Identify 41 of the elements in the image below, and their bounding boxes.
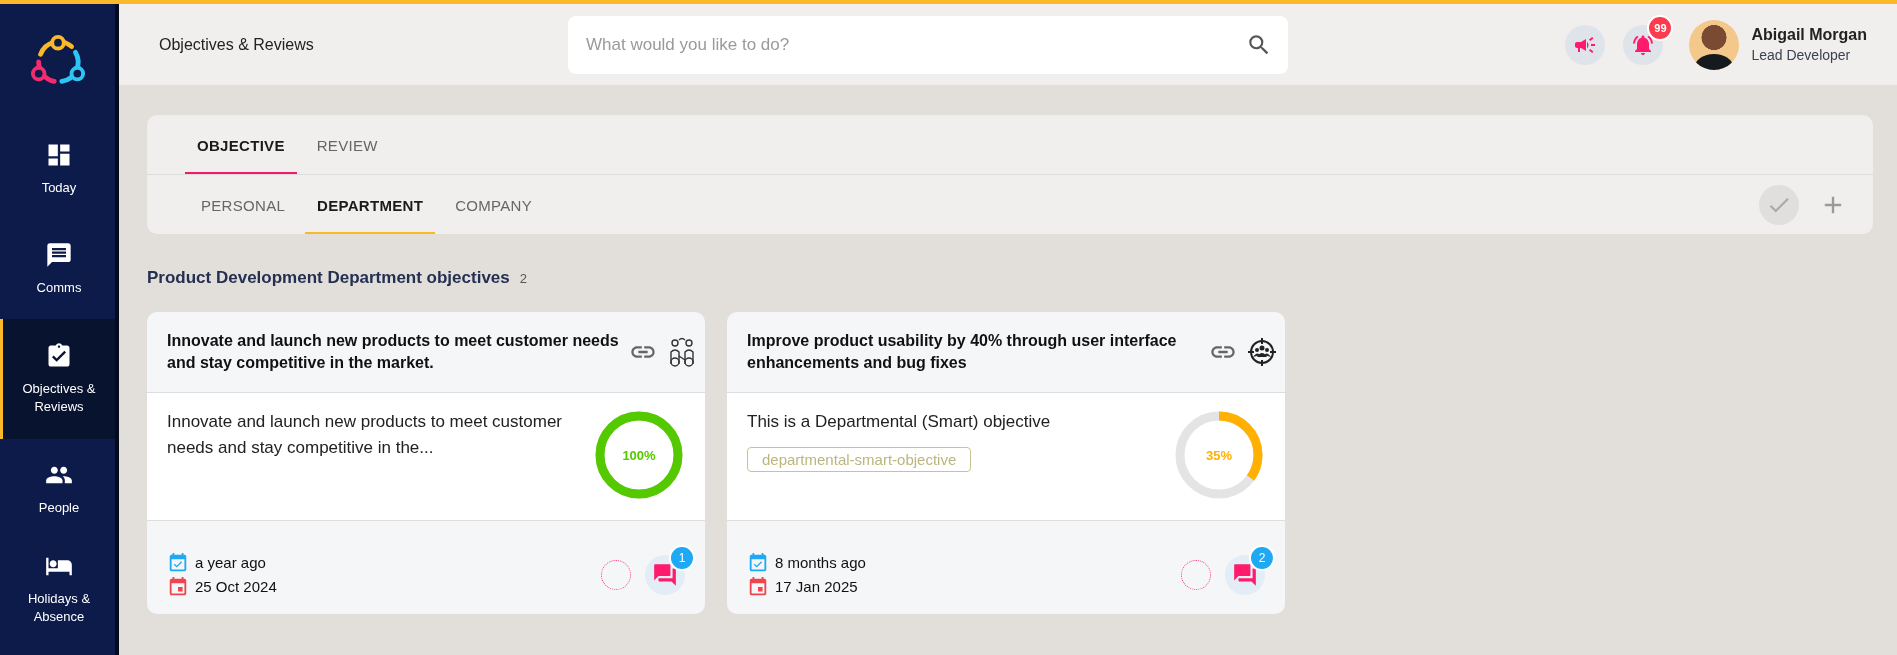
objective-title: Innovate and launch new products to meet customer needs and stay competitive in the market.: [167, 331, 619, 373]
calendar-icon: [167, 575, 189, 598]
user-name: Abigail Morgan: [1751, 26, 1867, 44]
check-button[interactable]: [1759, 184, 1799, 225]
target-people-icon: [1247, 337, 1277, 367]
nav-item[interactable]: Objectives & Reviews: [0, 319, 115, 439]
tab[interactable]: REVIEW: [304, 115, 390, 174]
objective-description: Innovate and launch new products to meet customer needs and stay competitive in the...: [167, 411, 563, 460]
chat-icon: [652, 561, 678, 588]
objective-card[interactable]: Improve product usability by 40% through user interface enhancements and bug fixes This is a Departmental (Smart) objective departmental-smart-objective 35% 8 months ago 17 Jan 2025 2: [727, 312, 1285, 614]
calendar-icon: [747, 575, 769, 598]
section-title: Product Development Department objectives: [147, 268, 510, 288]
calendar-icon: [167, 551, 189, 574]
due-date: 17 Jan 2025: [775, 578, 858, 595]
calendar-icon: [747, 551, 769, 574]
comment-count: 2: [1249, 544, 1275, 571]
objective-count: 2: [519, 271, 527, 286]
page-title: Objectives & Reviews: [159, 35, 315, 54]
subtab[interactable]: PERSONAL: [189, 175, 298, 234]
search-field[interactable]: What would you like to do?: [568, 15, 1288, 74]
objective-card[interactable]: [147, 312, 705, 614]
progress-reading: 35%: [1206, 448, 1232, 463]
nav-item[interactable]: Today: [0, 119, 115, 219]
objective-title: Improve product usability by 40% through user interface enhancements and bug fixes: [747, 331, 1178, 373]
tab[interactable]: OBJECTIVE: [185, 115, 297, 174]
nav-item[interactable]: People: [0, 439, 115, 539]
subtab[interactable]: COMPANY: [443, 175, 544, 234]
due-date: 25 Oct 2024: [195, 578, 277, 595]
notification-count: 99: [1647, 14, 1674, 41]
user-role: Lead Developer: [1751, 47, 1852, 63]
objective-description: This is a Departmental (Smart) objective: [747, 411, 1052, 433]
created-date: 8 months ago: [775, 554, 866, 571]
objective-tag: departmental-smart-objective: [747, 447, 972, 473]
subtab[interactable]: DEPARTMENT: [305, 175, 436, 234]
nav-item[interactable]: Holidays & Absence: [0, 539, 115, 639]
comments-button[interactable]: [1225, 554, 1265, 595]
message-icon: [45, 240, 73, 269]
comment-count: 1: [669, 544, 695, 571]
nav-item[interactable]: Comms: [0, 219, 115, 319]
created-date: a year ago: [195, 554, 266, 571]
chat-icon: [1232, 561, 1258, 588]
